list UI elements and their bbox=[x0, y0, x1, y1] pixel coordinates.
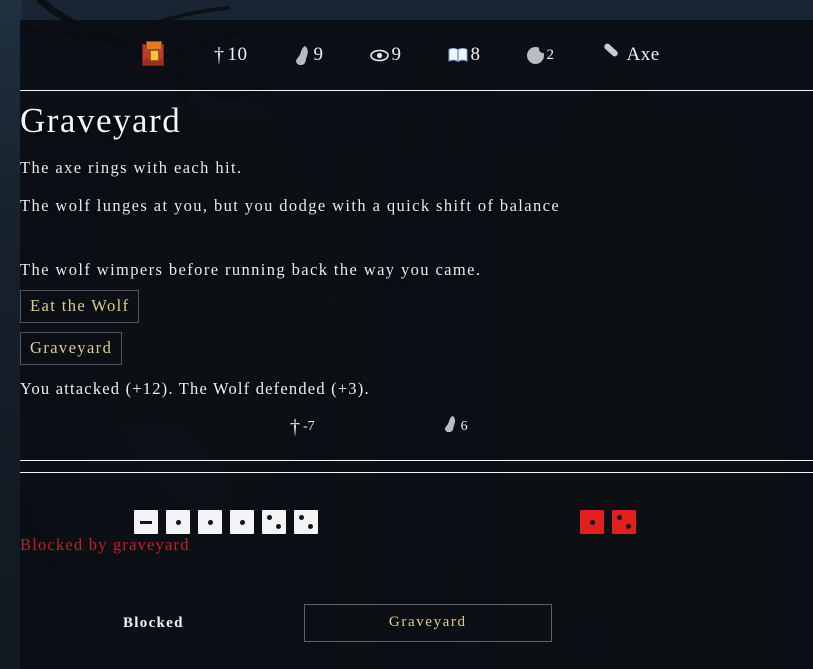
blocked-message: Blocked by graveyard bbox=[20, 535, 190, 554]
book-icon bbox=[448, 47, 468, 63]
dagger-icon: † bbox=[214, 44, 225, 66]
story-line-3: The wolf wimpers before running back the… bbox=[20, 260, 482, 280]
stats-bar: † 10 9 9 8 2 Axe bbox=[20, 20, 813, 90]
stat-moonstone: 2 bbox=[526, 44, 555, 64]
backpack-icon[interactable] bbox=[142, 41, 164, 66]
delta-steps: 6 bbox=[443, 415, 468, 438]
dagger-icon: † bbox=[290, 415, 300, 438]
die-1[interactable] bbox=[198, 510, 222, 534]
stat-weapon-value: Axe bbox=[626, 44, 660, 65]
story-line-2: The wolf lunges at you, but you dodge wi… bbox=[20, 195, 561, 215]
page-title: Graveyard bbox=[20, 101, 182, 140]
delta-health-value: -7 bbox=[303, 418, 315, 434]
die-2[interactable] bbox=[294, 510, 318, 534]
die-2[interactable] bbox=[262, 510, 286, 534]
stat-health: † 10 bbox=[214, 44, 248, 66]
axe-icon bbox=[601, 45, 621, 65]
stat-perception: 9 bbox=[369, 44, 402, 66]
stat-lore: 8 bbox=[448, 44, 481, 66]
delta-steps-value: 6 bbox=[460, 418, 468, 434]
stat-deltas: † -7 6 bbox=[20, 415, 813, 438]
stat-health-value: 10 bbox=[227, 44, 248, 65]
stat-perception-value: 9 bbox=[391, 44, 402, 65]
game-panel: † 10 9 9 8 2 Axe Graveyard The axe rings… bbox=[20, 20, 813, 669]
divider-top bbox=[20, 90, 813, 91]
divider-mid-lower bbox=[20, 472, 813, 473]
choice-graveyard[interactable]: Graveyard bbox=[20, 332, 123, 366]
stat-moonstone-value: 2 bbox=[546, 46, 555, 63]
choice-eat-the-wolf[interactable]: Eat the Wolf bbox=[20, 290, 140, 324]
scene-left-edge bbox=[0, 0, 22, 669]
dice-group-enemy bbox=[580, 510, 636, 534]
delta-health: † -7 bbox=[290, 415, 315, 438]
die-dash[interactable] bbox=[134, 510, 158, 534]
die-1[interactable] bbox=[230, 510, 254, 534]
story-section: Graveyard The axe rings with each hit. T… bbox=[20, 101, 813, 438]
die-1[interactable] bbox=[166, 510, 190, 534]
bottom-action-button[interactable]: Graveyard bbox=[303, 604, 552, 642]
stat-lore-value: 8 bbox=[470, 44, 481, 65]
combat-outcome: You attacked (+12). The Wolf defended (+… bbox=[20, 379, 370, 399]
stat-steps-value: 9 bbox=[313, 44, 324, 65]
stat-steps: 9 bbox=[294, 44, 324, 66]
eye-icon bbox=[369, 49, 389, 62]
stat-backpack[interactable] bbox=[142, 41, 164, 66]
footprint-icon bbox=[443, 415, 458, 438]
die-red-2[interactable] bbox=[612, 510, 636, 534]
die-red-1[interactable] bbox=[580, 510, 604, 534]
bottom-bar: Blocked Graveyard bbox=[20, 598, 813, 648]
moonstone-icon bbox=[526, 44, 547, 64]
footprint-icon bbox=[294, 45, 311, 66]
dice-group-player bbox=[134, 510, 318, 534]
stat-weapon: Axe bbox=[601, 44, 660, 66]
story-line-1: The axe rings with each hit. bbox=[20, 157, 243, 177]
status-badge: Blocked bbox=[123, 614, 184, 631]
divider-mid-upper bbox=[20, 460, 813, 461]
